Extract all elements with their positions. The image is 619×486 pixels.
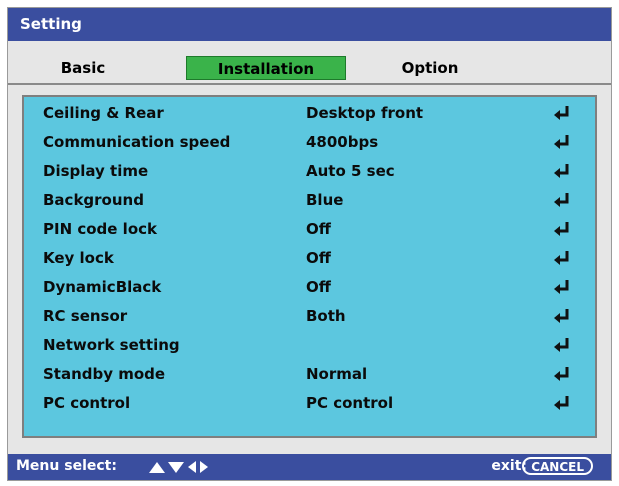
enter-icon[interactable] bbox=[553, 249, 571, 267]
arrow-keys-icon bbox=[149, 461, 208, 473]
menu-item-label: Ceiling & Rear bbox=[43, 104, 164, 122]
enter-icon[interactable] bbox=[553, 133, 571, 151]
menu-item-value: Off bbox=[306, 249, 331, 267]
menu-item-value: PC control bbox=[306, 394, 394, 412]
menu-item-ceiling-rear[interactable]: Ceiling & Rear Desktop front bbox=[24, 99, 595, 127]
menu-item-value: Desktop front bbox=[306, 104, 424, 122]
menu-item-pin-code-lock[interactable]: PIN code lock Off bbox=[24, 215, 595, 243]
enter-icon[interactable] bbox=[553, 365, 571, 383]
window-title: Setting bbox=[8, 8, 611, 41]
tab-basic[interactable]: Basic bbox=[28, 56, 138, 80]
menu-item-value: 4800bps bbox=[306, 133, 379, 151]
enter-icon[interactable] bbox=[553, 220, 571, 238]
menu-item-standby-mode[interactable]: Standby mode Normal bbox=[24, 360, 595, 388]
menu-item-display-time[interactable]: Display time Auto 5 sec bbox=[24, 157, 595, 185]
enter-icon[interactable] bbox=[553, 162, 571, 180]
tab-installation[interactable]: Installation bbox=[186, 56, 346, 80]
menu-item-value: Both bbox=[306, 307, 346, 325]
status-bar: Menu select: exit: CANCEL bbox=[8, 454, 611, 480]
settings-list: Ceiling & Rear Desktop front Communicati… bbox=[22, 95, 597, 438]
tab-divider bbox=[8, 83, 611, 85]
menu-item-label: Network setting bbox=[43, 336, 180, 354]
menu-item-label: PC control bbox=[43, 394, 131, 412]
menu-item-pc-control[interactable]: PC control PC control bbox=[24, 389, 595, 417]
menu-item-label: Display time bbox=[43, 162, 149, 180]
menu-item-label: RC sensor bbox=[43, 307, 128, 325]
tab-bar: Basic Installation Option bbox=[28, 55, 593, 81]
menu-item-key-lock[interactable]: Key lock Off bbox=[24, 244, 595, 272]
enter-icon[interactable] bbox=[553, 336, 571, 354]
menu-item-value: Normal bbox=[306, 365, 368, 383]
menu-item-label: Background bbox=[43, 191, 144, 209]
menu-select-label: Menu select: bbox=[16, 458, 117, 474]
enter-icon[interactable] bbox=[553, 104, 571, 122]
menu-item-label: PIN code lock bbox=[43, 220, 157, 238]
menu-item-value: Off bbox=[306, 278, 331, 296]
menu-item-network-setting[interactable]: Network setting bbox=[24, 331, 595, 359]
menu-item-label: Standby mode bbox=[43, 365, 166, 383]
enter-icon[interactable] bbox=[553, 278, 571, 296]
menu-item-label: Communication speed bbox=[43, 133, 231, 151]
menu-item-rc-sensor[interactable]: RC sensor Both bbox=[24, 302, 595, 330]
menu-item-label: Key lock bbox=[43, 249, 114, 267]
cancel-button-icon[interactable]: CANCEL bbox=[522, 457, 593, 475]
menu-item-background[interactable]: Background Blue bbox=[24, 186, 595, 214]
menu-item-label: DynamicBlack bbox=[43, 278, 162, 296]
enter-icon[interactable] bbox=[553, 307, 571, 325]
menu-item-value: Blue bbox=[306, 191, 344, 209]
settings-window: Setting Basic Installation Option Ceilin… bbox=[7, 7, 612, 481]
menu-item-communication-speed[interactable]: Communication speed 4800bps bbox=[24, 128, 595, 156]
enter-icon[interactable] bbox=[553, 191, 571, 209]
enter-icon[interactable] bbox=[553, 394, 571, 412]
menu-item-value: Auto 5 sec bbox=[306, 162, 395, 180]
menu-item-dynamicblack[interactable]: DynamicBlack Off bbox=[24, 273, 595, 301]
tab-option[interactable]: Option bbox=[370, 56, 490, 80]
menu-item-value: Off bbox=[306, 220, 331, 238]
